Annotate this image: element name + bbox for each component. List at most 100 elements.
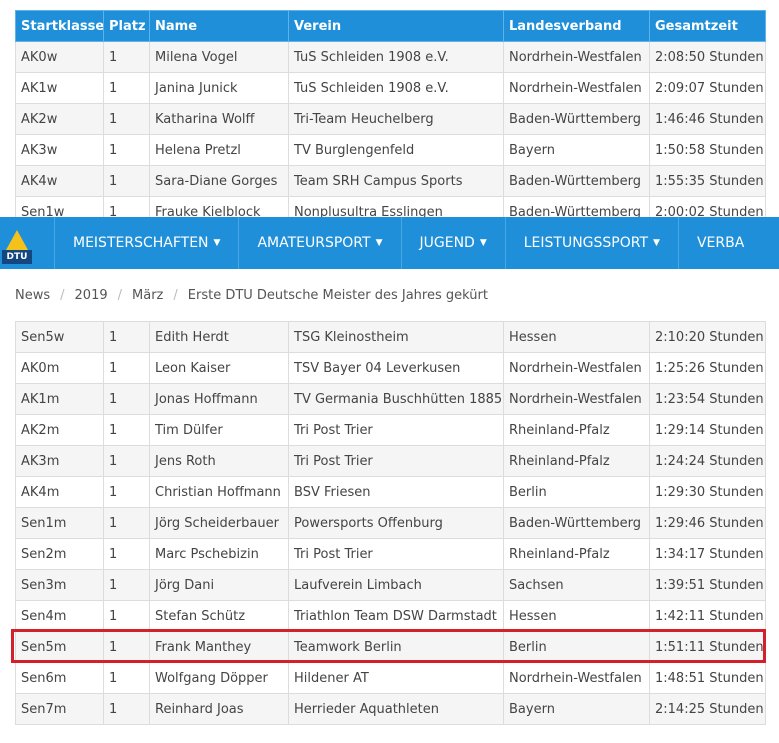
table-row: AK2w 1 Katharina Wolff Tri-Team Heuchelberg… (15, 103, 766, 135)
cell-name: Marc Pschebizin (149, 538, 289, 570)
header-platz[interactable]: Platz (103, 10, 150, 42)
table-row: AK4m 1 Christian Hoffmann BSV Friesen Berlin… (15, 476, 766, 508)
nav-item-verband[interactable]: VERBA (677, 217, 762, 269)
table-row: Sen6m 1 Wolfgang Döpper Hildener AT Nordrhe… (15, 662, 766, 694)
breadcrumb: News / 2019 / März / Erste DTU Deutsche … (0, 269, 779, 321)
caret-down-icon: ▼ (375, 238, 383, 248)
header-startklasse[interactable]: Startklasse (15, 10, 104, 42)
table-row: AK0m 1 Leon Kaiser TSV Bayer 04 Leverkusen N… (15, 352, 766, 384)
cell-startklasse: AK1w (15, 72, 104, 104)
dtu-logo[interactable]: DTU (0, 222, 34, 264)
cell-gesamtzeit: 1:46:46 Stunden (649, 103, 766, 135)
table-row: AK1m 1 Jonas Hoffmann TV Germania Buschhüt… (15, 383, 766, 415)
cell-platz: 1 (103, 72, 150, 104)
breadcrumb-year[interactable]: 2019 (75, 288, 108, 303)
breadcrumb-separator: / (117, 287, 123, 303)
cell-startklasse: Sen4m (15, 600, 104, 632)
cell-platz: 1 (103, 693, 150, 725)
cell-verein: Tri Post Trier (288, 538, 504, 570)
cell-gesamtzeit: 1:50:58 Stunden (649, 134, 766, 166)
cell-name: Jonas Hoffmann (149, 383, 289, 415)
table-row: Sen4m 1 Stefan Schütz Triathlon Team DSW Da… (15, 600, 766, 632)
main-navbar: DTU MEISTERSCHAFTEN ▼ AMATEURSPORT ▼ JUGEN… (0, 217, 779, 269)
cell-verein: TV Germania Buschhütten 1885 (288, 383, 504, 415)
cell-landesverband: Rheinland-Pfalz (503, 414, 650, 446)
breadcrumb-news[interactable]: News (15, 288, 50, 303)
cell-name: Jörg Dani (149, 569, 289, 601)
cell-name: Edith Herdt (149, 321, 289, 353)
cell-startklasse: Sen5w (15, 321, 104, 353)
cell-gesamtzeit: 1:39:51 Stunden (649, 569, 766, 601)
cell-name: Jens Roth (149, 445, 289, 477)
cell-startklasse: AK2w (15, 103, 104, 135)
table-row: AK0w 1 Milena Vogel TuS Schleiden 1908 e.V.… (15, 41, 766, 73)
cell-landesverband: Bayern (503, 693, 650, 725)
breadcrumb-current: Erste DTU Deutsche Meister des Jahres ge… (187, 287, 488, 303)
cell-platz: 1 (103, 414, 150, 446)
nav-item-meisterschaften[interactable]: MEISTERSCHAFTEN ▼ (54, 217, 238, 269)
cell-startklasse: Sen2m (15, 538, 104, 570)
nav-item-jugend[interactable]: JUGEND ▼ (400, 217, 505, 269)
cell-landesverband: Nordrhein-Westfalen (503, 72, 650, 104)
nav-item-leistungssport[interactable]: LEISTUNGSSPORT ▼ (504, 217, 678, 269)
table-row: Sen1m 1 Jörg Scheiderbauer Powersports Offe… (15, 507, 766, 539)
cell-platz: 1 (103, 445, 150, 477)
cell-verein: Laufverein Limbach (288, 569, 504, 601)
nav-item-label: MEISTERSCHAFTEN (73, 235, 209, 251)
cell-gesamtzeit: 1:29:14 Stunden (649, 414, 766, 446)
cell-platz: 1 (103, 352, 150, 384)
nav-item-label: VERBA (696, 235, 745, 251)
cell-landesverband: Nordrhein-Westfalen (503, 41, 650, 73)
caret-down-icon: ▼ (479, 238, 487, 248)
breadcrumb-month[interactable]: März (132, 288, 163, 303)
cell-verein: TV Burglengenfeld (288, 134, 504, 166)
table-row: AK3w 1 Helena Pretzl TV Burglengenfeld Bayer… (15, 134, 766, 166)
cell-landesverband: Rheinland-Pfalz (503, 445, 650, 477)
cell-gesamtzeit: 2:14:25 Stunden (649, 693, 766, 725)
cell-platz: 1 (103, 631, 150, 663)
cell-name: Tim Dülfer (149, 414, 289, 446)
table-row: AK1w 1 Janina Junick TuS Schleiden 1908 e.V… (15, 72, 766, 104)
cell-platz: 1 (103, 41, 150, 73)
header-landesverband[interactable]: Landesverband (503, 10, 650, 42)
cell-gesamtzeit: 2:09:07 Stunden (649, 72, 766, 104)
cell-gesamtzeit: 1:29:30 Stunden (649, 476, 766, 508)
cell-platz: 1 (103, 476, 150, 508)
table-row: Sen3m 1 Jörg Dani Laufverein Limbach Sachsen… (15, 569, 766, 601)
header-verein[interactable]: Verein (288, 10, 504, 42)
cell-platz: 1 (103, 600, 150, 632)
cell-landesverband: Berlin (503, 476, 650, 508)
cell-verein: Tri Post Trier (288, 445, 504, 477)
cell-landesverband: Nordrhein-Westfalen (503, 662, 650, 694)
cell-name: Leon Kaiser (149, 352, 289, 384)
cell-name: Katharina Wolff (149, 103, 289, 135)
cell-startklasse: AK1m (15, 383, 104, 415)
cell-verein: Tri Post Trier (288, 414, 504, 446)
cell-gesamtzeit: 1:23:54 Stunden (649, 383, 766, 415)
table-row: AK4w 1 Sara-Diane Gorges Team SRH Campus Sp… (15, 165, 766, 197)
table-row: AK3m 1 Jens Roth Tri Post Trier Rheinland-Pf… (15, 445, 766, 477)
header-name[interactable]: Name (149, 10, 289, 42)
cell-verein: Teamwork Berlin (288, 631, 504, 663)
table-row: Sen5m 1 Frank Manthey Teamwork Berlin Berlin… (15, 631, 766, 663)
cell-name: Jörg Scheiderbauer (149, 507, 289, 539)
cell-startklasse: AK0w (15, 41, 104, 73)
cell-landesverband: Rheinland-Pfalz (503, 538, 650, 570)
breadcrumb-separator: / (60, 287, 65, 303)
cell-verein: TSV Bayer 04 Leverkusen (288, 352, 504, 384)
header-gesamtzeit[interactable]: Gesamtzeit (649, 10, 766, 42)
nav-item-label: LEISTUNGSSPORT (523, 235, 649, 251)
cell-name: Frank Manthey (149, 631, 289, 663)
nav-item-amateursport[interactable]: AMATEURSPORT ▼ (238, 217, 400, 269)
cell-startklasse: AK4m (15, 476, 104, 508)
cell-name: Janina Junick (149, 72, 289, 104)
logo-text: DTU (2, 250, 32, 264)
cell-landesverband: Berlin (503, 631, 650, 663)
cell-verein: Tri-Team Heuchelberg (288, 103, 504, 135)
cell-platz: 1 (103, 662, 150, 694)
cell-gesamtzeit: 1:29:46 Stunden (649, 507, 766, 539)
cell-verein: TuS Schleiden 1908 e.V. (288, 41, 504, 73)
table-row: AK2m 1 Tim Dülfer Tri Post Trier Rheinland-P… (15, 414, 766, 446)
cell-startklasse: Sen5m (15, 631, 104, 663)
cell-verein: TSG Kleinostheim (288, 321, 504, 353)
